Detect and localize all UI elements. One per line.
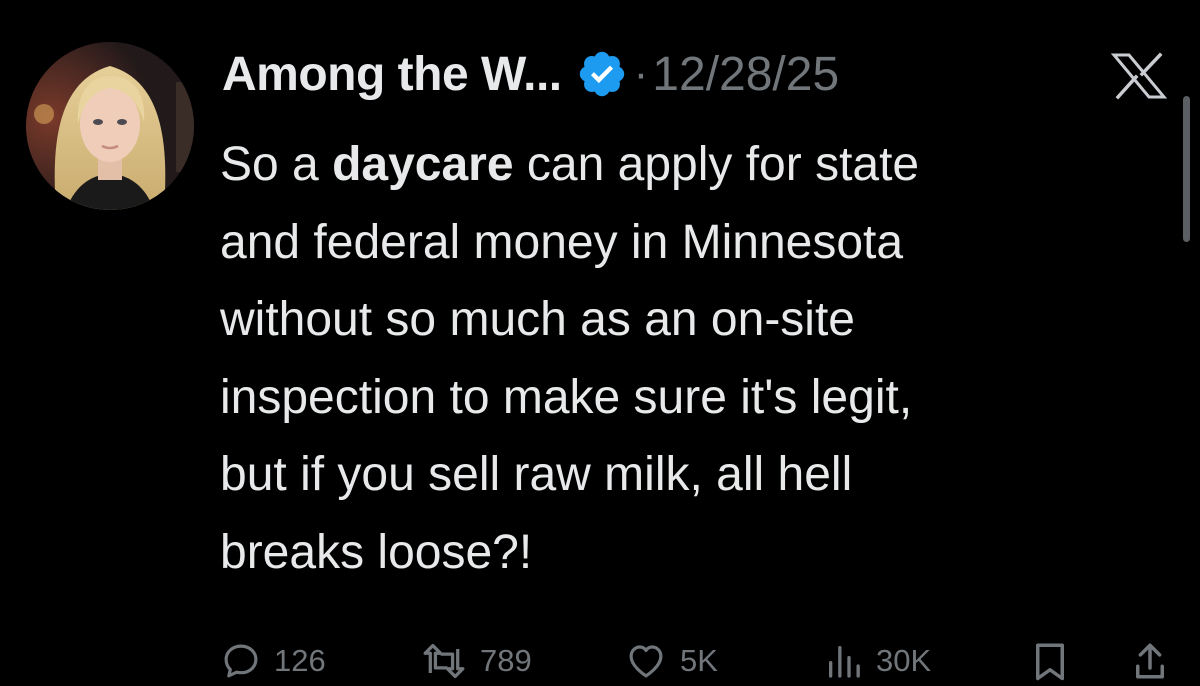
header-separator: · [633,49,649,98]
repost-icon [423,643,465,679]
tweet-text-bold: daycare [332,138,514,191]
repost-button[interactable]: 789 [420,636,532,686]
reply-icon [224,644,258,678]
avatar[interactable] [26,42,194,210]
reply-button[interactable]: 126 [220,636,326,686]
tweet-text-line-4: inspection to make sure it's legit, [220,370,913,424]
bookmark-icon [1036,643,1064,681]
avatar-image [26,42,194,210]
heart-icon [629,645,663,678]
tweet-text: So a daycare can apply for state and fed… [220,126,1150,591]
tweet-date[interactable]: 12/28/25 [652,47,839,102]
tweet-text-line-3: without so much as an on-site [220,293,855,346]
tweet-header: Among the W... · 12/28/25 [222,42,839,106]
tweet-text-line-6: breaks loose?! [220,525,533,579]
views-button[interactable]: 30K [824,636,931,686]
tweet-text-segment: can apply for state [513,138,920,191]
tweet-text-line-2: and federal money in Minnesota [220,215,904,269]
verified-badge-icon [576,48,628,100]
tweet-text-segment: So a [220,138,333,191]
bookmark-button[interactable] [1032,636,1068,686]
tweet-card[interactable]: Among the W... · 12/28/25 So a daycare c… [0,0,1200,681]
x-logo-icon [1108,52,1170,100]
share-button[interactable] [1132,636,1168,686]
display-name[interactable]: Among the W... [222,47,562,102]
share-icon [1136,643,1164,679]
tweet-text-line-5: but if you sell raw milk, all hell [220,448,853,501]
views-icon [829,646,860,678]
tweet-actions: 126 789 5K 30K [220,636,1180,686]
tweet-text-line-1: So a daycare can apply for state [220,126,1150,204]
scrollbar[interactable] [1183,96,1190,242]
like-button[interactable]: 5K [624,636,718,686]
